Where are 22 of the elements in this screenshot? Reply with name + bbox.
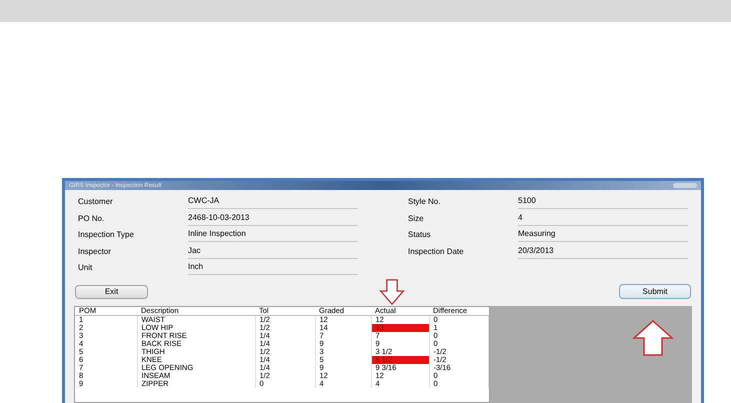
- exit-button[interactable]: Exit: [75, 284, 148, 298]
- field-value: Inline Inspection: [188, 228, 358, 242]
- field-value: CWC-JA: [188, 195, 358, 210]
- submit-button[interactable]: Submit: [619, 284, 691, 299]
- field-label: Customer: [78, 196, 114, 208]
- field-label: Size: [408, 212, 425, 225]
- field-label: Inspection Date: [408, 246, 465, 258]
- field-label: PO No.: [78, 212, 106, 225]
- field-value: Inch: [188, 261, 358, 276]
- field-value: 20/3/2013: [518, 244, 688, 259]
- field-label: Inspector: [78, 246, 112, 258]
- window-controls-icon[interactable]: [673, 183, 697, 188]
- field-value: 5100: [518, 195, 688, 210]
- up-arrow-icon: [632, 320, 674, 356]
- field-value: Jac: [188, 244, 358, 259]
- field-label: Inspection Type: [78, 229, 135, 242]
- field-label: Style No.: [408, 196, 442, 208]
- field-value: Measuring: [518, 228, 688, 242]
- field-label: Unit: [78, 262, 94, 274]
- field-value: 2468-10-03-2013: [188, 212, 358, 226]
- field-label: Status: [408, 229, 432, 242]
- field-value: 4: [518, 212, 688, 226]
